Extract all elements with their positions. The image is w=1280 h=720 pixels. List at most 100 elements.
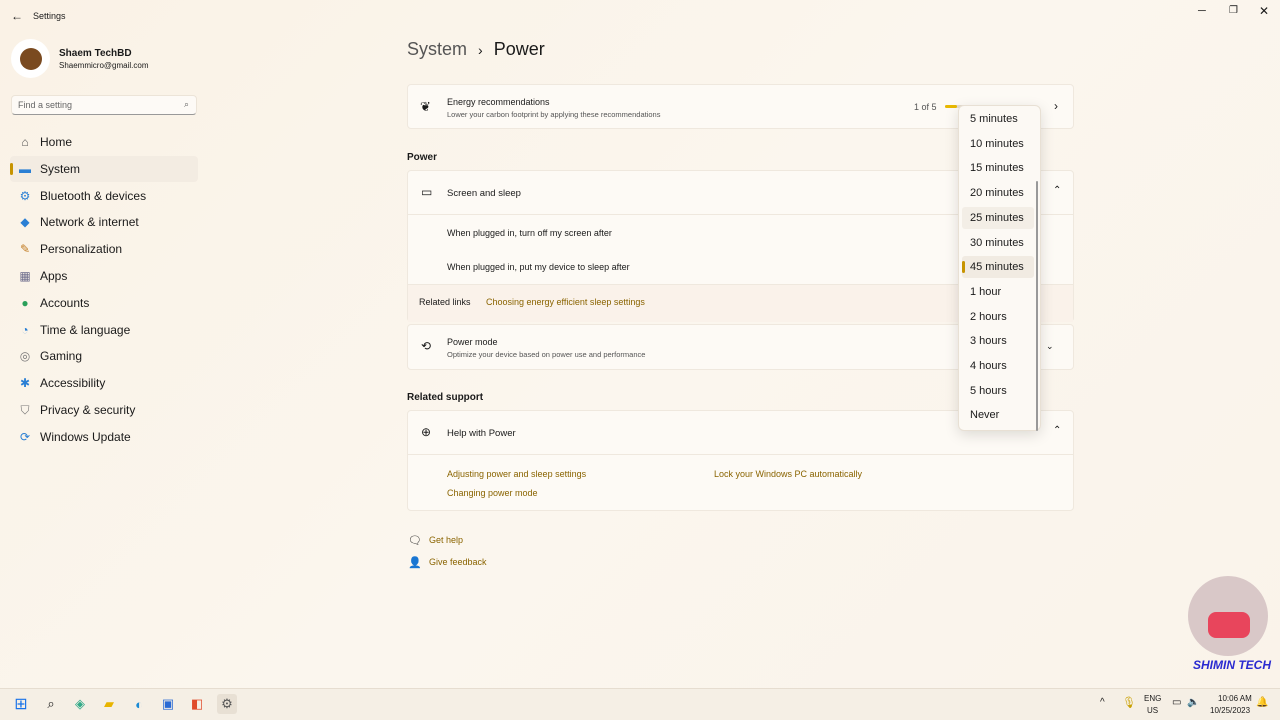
dropdown-option[interactable]: 15 minutes [962,157,1034,179]
help-link-power-sleep[interactable]: Adjusting power and sleep settings [447,469,586,479]
minimize-button[interactable]: ─ [1198,5,1206,17]
sidebar-item-label: Windows Update [40,429,131,444]
dropdown-option[interactable]: 45 minutes [962,256,1034,279]
sidebar-item-system[interactable]: ▬ System [10,155,198,182]
help-link-lock-pc[interactable]: Lock your Windows PC automatically [714,469,862,479]
globe-clock-icon: ◔ [21,322,29,337]
language-indicator[interactable]: ENG [1144,694,1161,703]
search-input[interactable]: Find a setting ⌕ [11,95,197,115]
sleep-label: When plugged in, put my device to sleep … [447,262,630,272]
energy-title: Energy recommendations [447,97,550,107]
widgets-icon[interactable]: ◈ [70,694,90,714]
start-button[interactable]: ⊞ [11,694,31,714]
language-region[interactable]: US [1147,706,1158,715]
power-mode-subtitle: Optimize your device based on power use … [447,350,646,359]
sidebar-item-label: Network & internet [40,215,139,230]
home-icon: ⌂ [21,135,29,149]
app-icon[interactable]: ◧ [187,694,207,714]
accounts-icon: ● [21,295,29,310]
dropdown-option[interactable]: 4 hours [962,355,1034,377]
dropdown-option[interactable]: 25 minutes [962,206,1034,229]
power-section-heading: Power [407,152,438,163]
window-title: Settings [33,11,66,21]
volume-icon[interactable]: 🔈 [1187,697,1199,708]
sidebar-item-privacy-security[interactable]: ⛉ Privacy & security [10,397,198,423]
globe-icon: ⊕ [421,425,432,439]
back-button[interactable]: ← [11,9,23,23]
dropdown-option[interactable]: 10 minutes [962,133,1034,155]
feedback-icon: 👤 [408,557,422,569]
brush-icon: ✎ [19,242,31,257]
sidebar-item-home[interactable]: ⌂ Home [10,129,198,155]
sidebar-item-windows-update[interactable]: ⟳ Windows Update [10,424,198,450]
avatar[interactable] [11,39,50,78]
get-help-icon: 🗨 [408,535,422,547]
close-button[interactable]: ✕ [1259,4,1269,18]
breadcrumb: System › Power [407,39,545,60]
bluetooth-icon: ⚙ [19,188,31,203]
search-taskbar-icon[interactable]: ⌕ [41,694,61,714]
monitor-icon: ▭ [421,185,433,199]
related-links-label: Related links [419,297,471,307]
dropdown-scrollbar[interactable] [1036,181,1038,431]
sidebar-item-bluetooth-devices[interactable]: ⚙ Bluetooth & devices [10,183,198,209]
settings-taskbar-icon[interactable]: ⚙ [217,694,237,714]
sidebar-item-label: Time & language [40,322,131,337]
title-bar: ← Settings ─ ❐ ✕ [0,0,1280,32]
chevron-up-icon: ⌃ [1053,185,1062,196]
store-icon[interactable]: ▣ [158,694,178,714]
file-explorer-icon[interactable]: ▰ [99,694,119,714]
network-icon[interactable]: ▭ [1172,697,1181,708]
give-feedback-link[interactable]: Give feedback [429,557,487,567]
dropdown-option[interactable]: 20 minutes [962,182,1034,204]
dropdown-option[interactable]: 1 hour [962,281,1034,303]
sidebar-item-apps[interactable]: ▦ Apps [10,263,198,289]
sidebar-item-network-internet[interactable]: ◆ Network & internet [10,209,198,235]
leaf-icon: ❦ [420,99,431,114]
screen-timeout-dropdown[interactable]: 5 minutes 10 minutes 15 minutes 20 minutes 2… [958,105,1041,431]
help-link-power-mode[interactable]: Changing power mode [447,488,538,498]
accessibility-icon: ✱ [19,376,31,391]
sidebar-item-label: System [40,161,81,176]
dropdown-option[interactable]: 30 minutes [962,232,1034,254]
clock-time[interactable]: 10:06 AM [1218,694,1252,703]
dropdown-option[interactable]: 3 hours [962,330,1034,352]
sidebar-item-label: Home [40,135,73,149]
get-help-link[interactable]: Get help [429,535,463,545]
sidebar-item-label: Privacy & security [40,403,136,417]
page-title: Power [493,39,545,59]
sidebar-item-label: Accessibility [40,376,106,391]
tray-chevron-icon[interactable]: ^ [1100,697,1105,708]
help-title: Help with Power [447,428,516,439]
apps-icon: ▦ [19,269,31,283]
maximize-button[interactable]: ❐ [1229,5,1238,16]
dropdown-option[interactable]: Never [962,404,1034,426]
sidebar-item-accessibility[interactable]: ✱ Accessibility [10,370,198,396]
chevron-up-icon: ⌃ [1053,425,1062,436]
gaming-icon: ◎ [19,349,31,364]
sidebar-item-label: Gaming [40,349,83,364]
dropdown-option[interactable]: 5 minutes [962,108,1034,130]
watermark-logo [1188,576,1268,656]
clock-date[interactable]: 10/25/2023 [1210,706,1250,715]
screen-off-label: When plugged in, turn off my screen afte… [447,228,612,238]
shield-icon: ⛉ [20,402,30,417]
wifi-icon: ◆ [20,215,30,230]
sidebar-item-accounts[interactable]: ● Accounts [10,290,198,316]
sidebar-item-time-language[interactable]: ◔ Time & language [10,317,198,343]
user-email: Shaemmicro@gmail.com [59,61,149,70]
notification-bell-icon[interactable]: 🔔 [1256,697,1268,708]
power-mode-dropdown-chevron-icon[interactable]: ⌄ [1046,341,1054,352]
sidebar-item-personalization[interactable]: ✎ Personalization [10,236,198,262]
energy-sleep-settings-link[interactable]: Choosing energy efficient sleep settings [486,297,645,307]
update-icon: ⟳ [19,429,31,444]
sidebar-item-gaming[interactable]: ◎ Gaming [10,343,198,369]
sidebar-item-label: Apps [40,269,68,283]
dropdown-option[interactable]: 5 hours [962,380,1034,402]
edge-icon[interactable]: ◐ [129,694,149,714]
sidebar-item-label: Bluetooth & devices [40,188,147,203]
microphone-icon[interactable]: 🎙 [1122,696,1136,709]
dropdown-option[interactable]: 2 hours [962,306,1034,328]
breadcrumb-system[interactable]: System [407,39,467,59]
search-icon: ⌕ [183,99,189,109]
